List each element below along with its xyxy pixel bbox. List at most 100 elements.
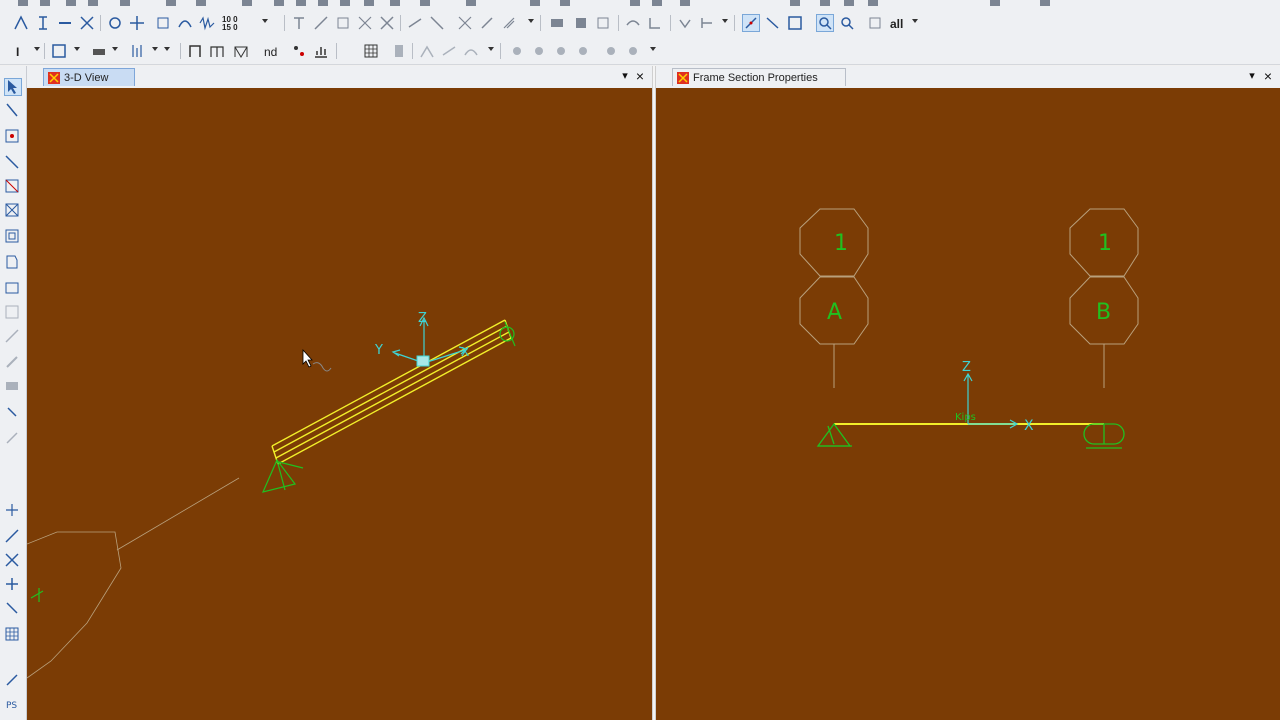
frame-quick-icon[interactable] bbox=[4, 178, 22, 196]
point-load-icon[interactable] bbox=[478, 14, 496, 32]
snap-perpendicular-icon[interactable] bbox=[4, 576, 22, 594]
deformed-icon[interactable] bbox=[624, 14, 642, 32]
truss-icon[interactable] bbox=[232, 42, 250, 60]
tools-icon-6[interactable] bbox=[624, 42, 642, 60]
chart-icon[interactable] bbox=[312, 42, 330, 60]
right-pane-header: Frame Section Properties ▾ × bbox=[656, 66, 1280, 89]
text-tool-icon[interactable] bbox=[290, 14, 308, 32]
pointer-icon[interactable] bbox=[4, 78, 22, 96]
nd-label[interactable]: nd bbox=[264, 45, 277, 59]
brace-tool-icon[interactable] bbox=[78, 14, 96, 32]
area-load-icon[interactable] bbox=[500, 14, 518, 32]
zoom-in-icon[interactable] bbox=[838, 14, 856, 32]
spring-icon[interactable] bbox=[4, 404, 22, 422]
reshape-icon[interactable] bbox=[4, 102, 22, 120]
draw-tool-icon[interactable] bbox=[12, 14, 30, 32]
node-icon[interactable] bbox=[290, 42, 308, 60]
mesh-tool-icon[interactable] bbox=[356, 14, 374, 32]
beam-tool-icon[interactable] bbox=[56, 14, 74, 32]
frame-section-icon[interactable] bbox=[186, 42, 204, 60]
grid-bubble-a bbox=[799, 276, 869, 388]
zoom-window-icon[interactable] bbox=[816, 14, 834, 32]
axis-x-label: X bbox=[461, 345, 469, 359]
snap-lines-icon[interactable] bbox=[4, 600, 22, 618]
left-pane-dropdown-icon[interactable]: ▾ bbox=[619, 70, 631, 82]
tools-icon-4[interactable] bbox=[574, 42, 592, 60]
export-icon[interactable] bbox=[390, 42, 408, 60]
toolbar-row-2: 10 0 15 0 all bbox=[0, 10, 1280, 39]
mouse-cursor-icon bbox=[302, 348, 332, 372]
line-load-icon[interactable] bbox=[456, 14, 474, 32]
grid-bubble-1-left-label: 1 bbox=[834, 231, 848, 256]
frame-section-canvas[interactable]: 1 A 1 B Z X Kips bbox=[656, 88, 1280, 720]
snap-points-icon[interactable] bbox=[742, 14, 760, 32]
grid-draw-icon[interactable] bbox=[4, 228, 22, 246]
cross-tool-icon[interactable] bbox=[378, 14, 396, 32]
bridge-load-icon[interactable] bbox=[462, 42, 480, 60]
select-all-icon[interactable] bbox=[4, 672, 22, 690]
check-icon[interactable] bbox=[418, 42, 436, 60]
grid-bubble-a-label: A bbox=[827, 300, 842, 325]
dimension-icon[interactable] bbox=[312, 14, 330, 32]
load-pattern-icon[interactable] bbox=[128, 42, 146, 60]
curve-tool-icon[interactable] bbox=[176, 14, 194, 32]
shell-stress-icon[interactable] bbox=[594, 14, 612, 32]
bridge-icon[interactable] bbox=[440, 42, 458, 60]
toolbar-row-3: I nd bbox=[0, 38, 1280, 65]
brace-draw-icon[interactable] bbox=[4, 202, 22, 220]
tendon-icon[interactable] bbox=[4, 354, 22, 372]
table-icon[interactable] bbox=[362, 42, 380, 60]
text-cursor-label[interactable]: I bbox=[16, 45, 19, 59]
section-cut-icon[interactable] bbox=[4, 430, 22, 448]
support-partial bbox=[30, 588, 44, 602]
3d-view-canvas[interactable]: Z Y X bbox=[27, 88, 652, 720]
joint-icon[interactable] bbox=[4, 128, 22, 146]
left-pane-close-icon[interactable]: × bbox=[634, 69, 646, 83]
column-tool-icon[interactable] bbox=[34, 14, 52, 32]
snap-area-icon[interactable] bbox=[786, 14, 804, 32]
snap-grid-icon[interactable] bbox=[4, 626, 22, 644]
solid-draw-icon[interactable] bbox=[4, 378, 22, 396]
select-icon[interactable] bbox=[866, 14, 884, 32]
area-draw-icon[interactable] bbox=[4, 254, 22, 272]
snap-line-icon[interactable] bbox=[764, 14, 782, 32]
left-tool-strip: PS bbox=[0, 66, 27, 720]
grid-bubble-b-label: B bbox=[1096, 300, 1111, 325]
frame-draw-icon[interactable] bbox=[4, 154, 22, 172]
svg-text:PS: PS bbox=[6, 701, 17, 711]
design-icon[interactable] bbox=[698, 14, 716, 32]
snap-ends-icon[interactable] bbox=[4, 528, 22, 546]
ps-icon[interactable]: PS bbox=[4, 696, 22, 714]
units-label: Kips bbox=[955, 412, 976, 423]
link-draw-icon[interactable] bbox=[4, 328, 22, 346]
select-all-label[interactable]: all bbox=[890, 17, 903, 31]
pin-support bbox=[261, 458, 304, 493]
tab-frame-section-properties[interactable]: Frame Section Properties bbox=[672, 68, 846, 86]
shell-icon[interactable] bbox=[572, 14, 590, 32]
right-pane-close-icon[interactable]: × bbox=[1262, 69, 1274, 83]
release-icon[interactable] bbox=[428, 14, 446, 32]
forces-icon[interactable] bbox=[646, 14, 664, 32]
mesh-area-icon[interactable] bbox=[4, 304, 22, 322]
rect-area-icon[interactable] bbox=[4, 280, 22, 298]
material-icon[interactable] bbox=[90, 42, 108, 60]
right-pane-dropdown-icon[interactable]: ▾ bbox=[1246, 70, 1258, 82]
tools-icon-2[interactable] bbox=[530, 42, 548, 60]
snap-intersections-icon[interactable] bbox=[4, 552, 22, 570]
view-frame-icon[interactable] bbox=[50, 42, 68, 60]
frame-assign-icon[interactable] bbox=[406, 14, 424, 32]
tools-icon-1[interactable] bbox=[508, 42, 526, 60]
snap-joints-icon[interactable] bbox=[4, 502, 22, 520]
time-history-icon[interactable] bbox=[198, 14, 216, 32]
tools-icon-3[interactable] bbox=[552, 42, 570, 60]
frame-beam[interactable] bbox=[271, 319, 512, 465]
area-tool-icon[interactable] bbox=[334, 14, 352, 32]
tab-3d-view[interactable]: 3-D View bbox=[43, 68, 135, 86]
move-tool-icon[interactable] bbox=[128, 14, 146, 32]
portal-frame-icon[interactable] bbox=[208, 42, 226, 60]
display-icon[interactable] bbox=[548, 14, 566, 32]
sections-tool-icon[interactable] bbox=[154, 14, 172, 32]
rotate-tool-icon[interactable] bbox=[106, 14, 124, 32]
tools-icon-5[interactable] bbox=[602, 42, 620, 60]
run-icon[interactable] bbox=[676, 14, 694, 32]
